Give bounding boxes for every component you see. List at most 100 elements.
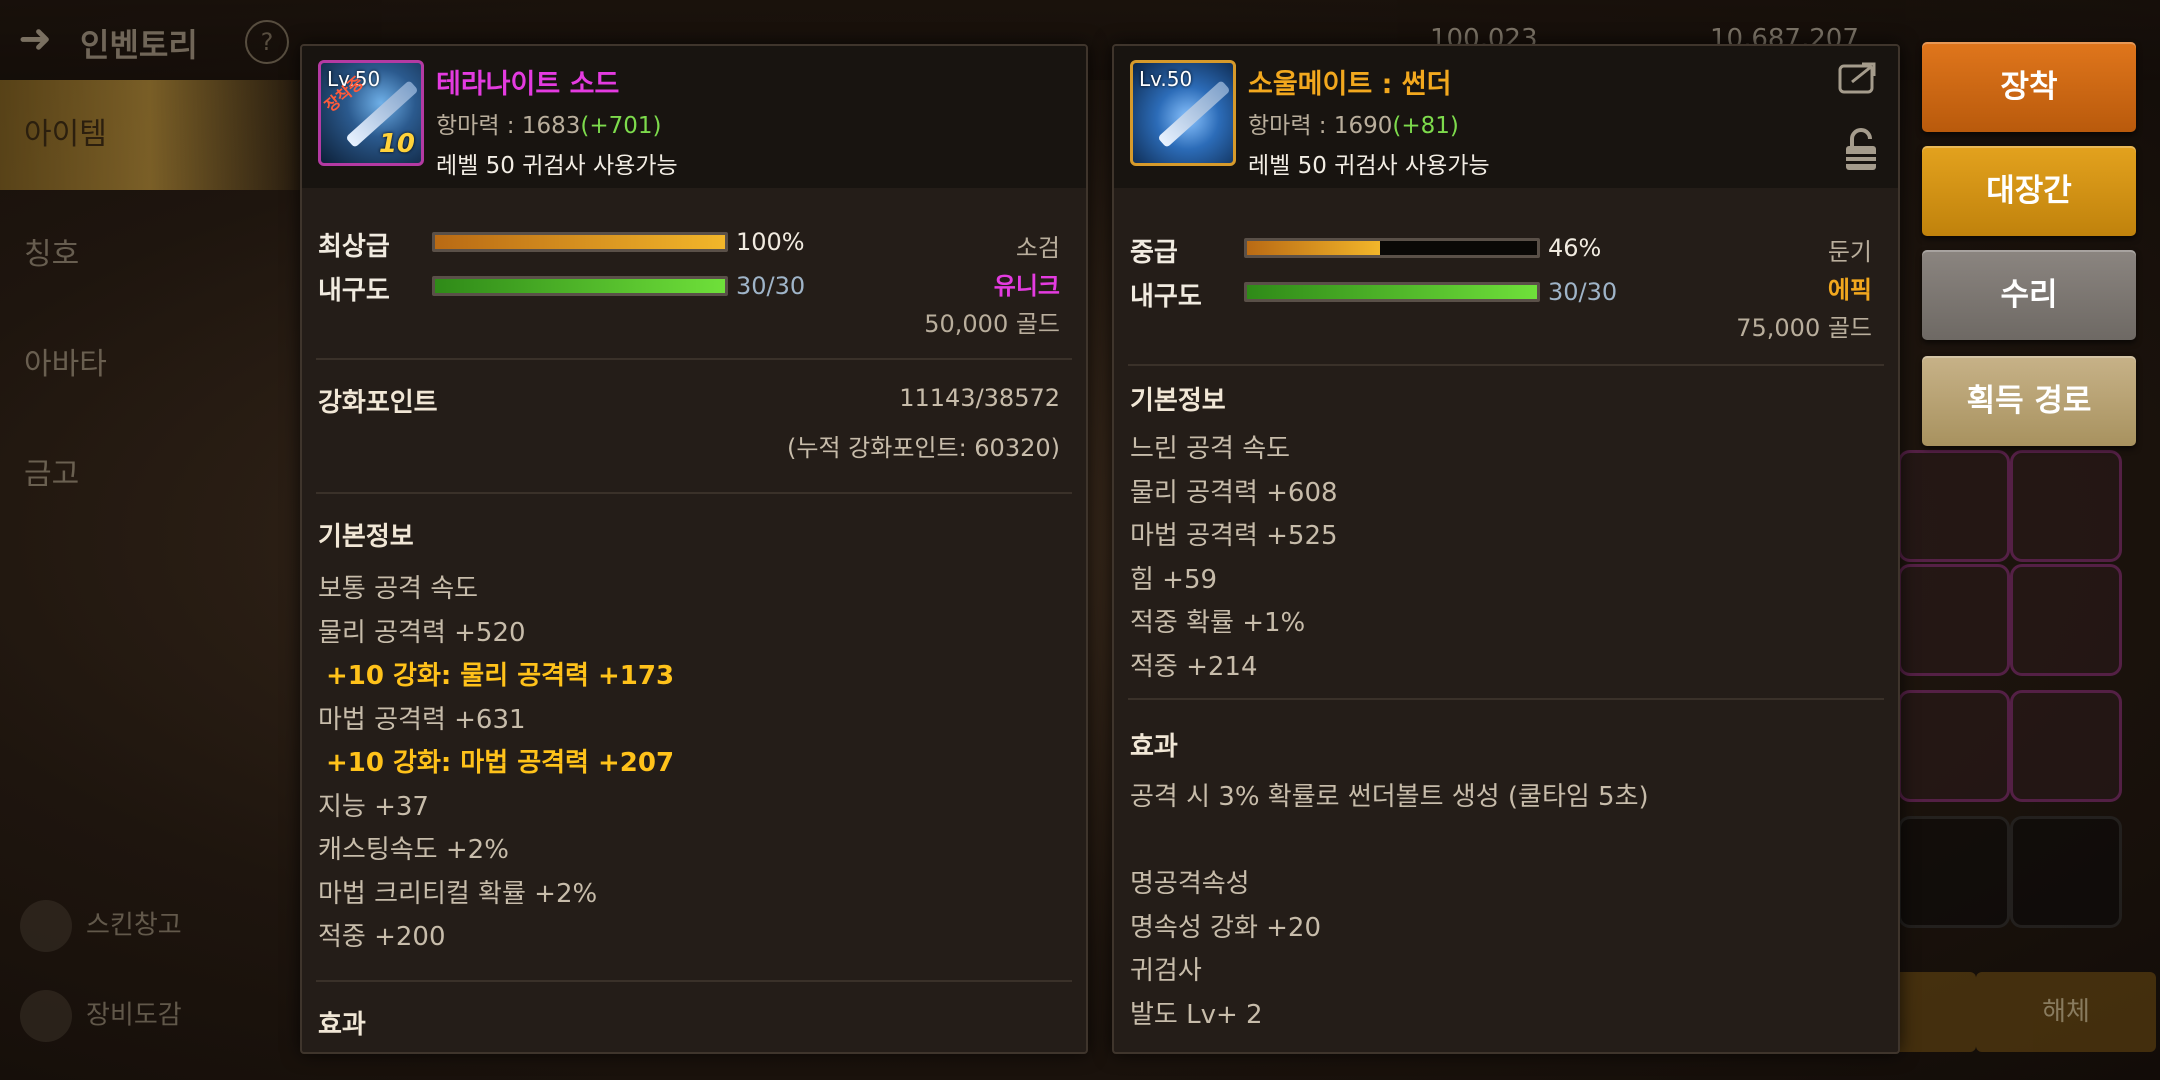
durability-value: 30/30 <box>736 272 806 300</box>
grade-label: 최상급 <box>318 232 390 262</box>
inventory-slot[interactable] <box>2010 690 2122 802</box>
divider <box>316 492 1072 494</box>
equipped-item-panel: Lv.50 장착중 10 테라나이트 소드 항마력 : 1683(+701) 레… <box>300 44 1088 1054</box>
skin-storage-button[interactable]: 스킨창고 <box>20 900 182 952</box>
enhance-points-value: 11143/38572 <box>899 384 1060 412</box>
durability-bar <box>1244 282 1540 302</box>
sidebar: 아이템 칭호 아바타 금고 스킨창고 장비도감 <box>0 80 300 1080</box>
basic-info-title: 기본정보 <box>1130 386 1226 416</box>
item-name: 소울메이트 : 썬더 <box>1248 69 1452 100</box>
stat-line: 힘 +59 <box>1130 564 1218 595</box>
stat-line: 느린 공격 속도 <box>1130 434 1291 464</box>
effect-line: 귀검사 <box>1130 956 1202 986</box>
stat-line: 물리 공격력 +520 <box>318 617 526 648</box>
divider <box>1128 698 1884 700</box>
skin-storage-icon <box>20 900 72 952</box>
weapon-type: 소검 <box>1015 234 1060 262</box>
item-thumbnail: Lv.50 장착중 10 <box>318 60 424 166</box>
sidebar-item-avatar[interactable]: 아바타 <box>0 310 300 420</box>
effect-title: 효과 <box>318 1010 366 1040</box>
stat-line: 지능 +37 <box>318 791 429 822</box>
inventory-slot[interactable] <box>2010 450 2122 562</box>
effect-line: 명속성 강화 +20 <box>1130 912 1321 943</box>
enhance-points-label: 강화포인트 <box>318 388 438 418</box>
grade-bar <box>432 232 728 252</box>
price: 75,000 골드 <box>1736 314 1872 342</box>
equip-button[interactable]: 장착 <box>1922 42 2136 132</box>
durability-value: 30/30 <box>1548 278 1618 306</box>
stat-line: 마법 공격력 +525 <box>1130 521 1338 551</box>
effect-line: 명공격속성 <box>1130 869 1250 899</box>
item-requirement: 레벨 50 귀검사 사용가능 <box>436 153 678 179</box>
item-thumbnail: Lv.50 <box>1130 60 1236 166</box>
enhance-stat-line: +10 강화: 물리 공격력 +173 <box>326 661 675 691</box>
page-title: 인벤토리 <box>80 26 198 64</box>
durability-bar <box>432 276 728 296</box>
sidebar-item-title[interactable]: 칭호 <box>0 200 300 310</box>
item-name: 테라나이트 소드 <box>436 69 620 100</box>
enhance-points-total: (누적 강화포인트: 60320) <box>787 434 1060 462</box>
enhance-badge: 10 <box>378 129 415 159</box>
stat-line: 적중 +214 <box>1130 651 1258 682</box>
power-bonus: (+701) <box>580 113 662 139</box>
stat-line: 물리 공격력 +608 <box>1130 477 1338 508</box>
inventory-slot[interactable] <box>2010 564 2122 676</box>
share-icon[interactable] <box>1838 60 1878 102</box>
lock-icon[interactable] <box>1844 128 1878 180</box>
equipment-book-label: 장비도감 <box>86 1000 182 1031</box>
durability-label: 내구도 <box>318 276 390 306</box>
disassemble-button[interactable]: 해체 <box>1976 972 2156 1052</box>
grade-bar <box>1244 238 1540 258</box>
rarity: 유니크 <box>993 272 1060 300</box>
skin-storage-label: 스킨창고 <box>86 910 182 941</box>
inventory-slot[interactable] <box>1898 816 2010 928</box>
grade-label: 중급 <box>1130 238 1178 268</box>
obtain-route-button[interactable]: 획득 경로 <box>1922 356 2136 446</box>
durability-label: 내구도 <box>1130 282 1202 312</box>
stat-line: 적중 +200 <box>318 922 446 952</box>
sidebar-item-item[interactable]: 아이템 <box>0 80 300 190</box>
item-header: Lv.50 소울메이트 : 썬더 항마력 : 1690(+81) 레벨 50 귀… <box>1114 46 1898 188</box>
stat-line: 보통 공격 속도 <box>318 574 479 604</box>
divider <box>316 980 1072 982</box>
effect-line: 발도 Lv+ 2 <box>1130 999 1263 1030</box>
item-requirement: 레벨 50 귀검사 사용가능 <box>1248 153 1490 179</box>
power-label: 항마력 : 1690 <box>1248 113 1393 139</box>
grade-value: 46% <box>1548 234 1602 262</box>
help-icon[interactable]: ? <box>245 20 289 64</box>
equipment-book-icon <box>20 990 72 1042</box>
back-arrow-icon[interactable]: ➜ <box>10 14 60 64</box>
grade-value: 100% <box>736 228 805 256</box>
equipment-book-button[interactable]: 장비도감 <box>20 990 182 1042</box>
effect-line: 공격 시 3% 확률로 썬더볼트 생성 (쿨타임 5초) <box>1130 782 1649 812</box>
grade-bar-fill <box>435 235 725 249</box>
inventory-slot[interactable] <box>1898 690 2010 802</box>
inventory-slot[interactable] <box>1898 564 2010 676</box>
blacksmith-button[interactable]: 대장간 <box>1922 146 2136 236</box>
inventory-slot[interactable] <box>2010 816 2122 928</box>
durability-bar-fill <box>435 279 725 293</box>
compared-item-panel: Lv.50 소울메이트 : 썬더 항마력 : 1690(+81) 레벨 50 귀… <box>1112 44 1900 1054</box>
item-power: 항마력 : 1683(+701) <box>436 106 662 140</box>
rarity: 에픽 <box>1827 276 1872 304</box>
inventory-slot[interactable] <box>1898 450 2010 562</box>
item-level-badge: Lv.50 <box>1139 67 1193 91</box>
power-label: 항마력 : 1683 <box>436 113 581 139</box>
weapon-type: 둔기 <box>1827 238 1872 266</box>
item-header: Lv.50 장착중 10 테라나이트 소드 항마력 : 1683(+701) 레… <box>302 46 1086 188</box>
repair-button[interactable]: 수리 <box>1922 250 2136 340</box>
price: 50,000 골드 <box>924 310 1060 338</box>
item-power: 항마력 : 1690(+81) <box>1248 106 1459 140</box>
divider <box>316 358 1072 360</box>
stat-line: 적중 확률 +1% <box>1130 608 1306 638</box>
effect-title: 효과 <box>1130 732 1178 762</box>
stat-line: 마법 크리티컬 확률 +2% <box>318 878 598 909</box>
power-bonus: (+81) <box>1392 113 1459 139</box>
sidebar-item-vault[interactable]: 금고 <box>0 420 300 530</box>
enhance-stat-line: +10 강화: 마법 공격력 +207 <box>326 748 675 778</box>
basic-info-title: 기본정보 <box>318 522 414 552</box>
divider <box>1128 364 1884 366</box>
stat-line: 캐스팅속도 +2% <box>318 835 509 865</box>
durability-bar-fill <box>1247 285 1537 299</box>
stat-line: 마법 공격력 +631 <box>318 704 526 735</box>
